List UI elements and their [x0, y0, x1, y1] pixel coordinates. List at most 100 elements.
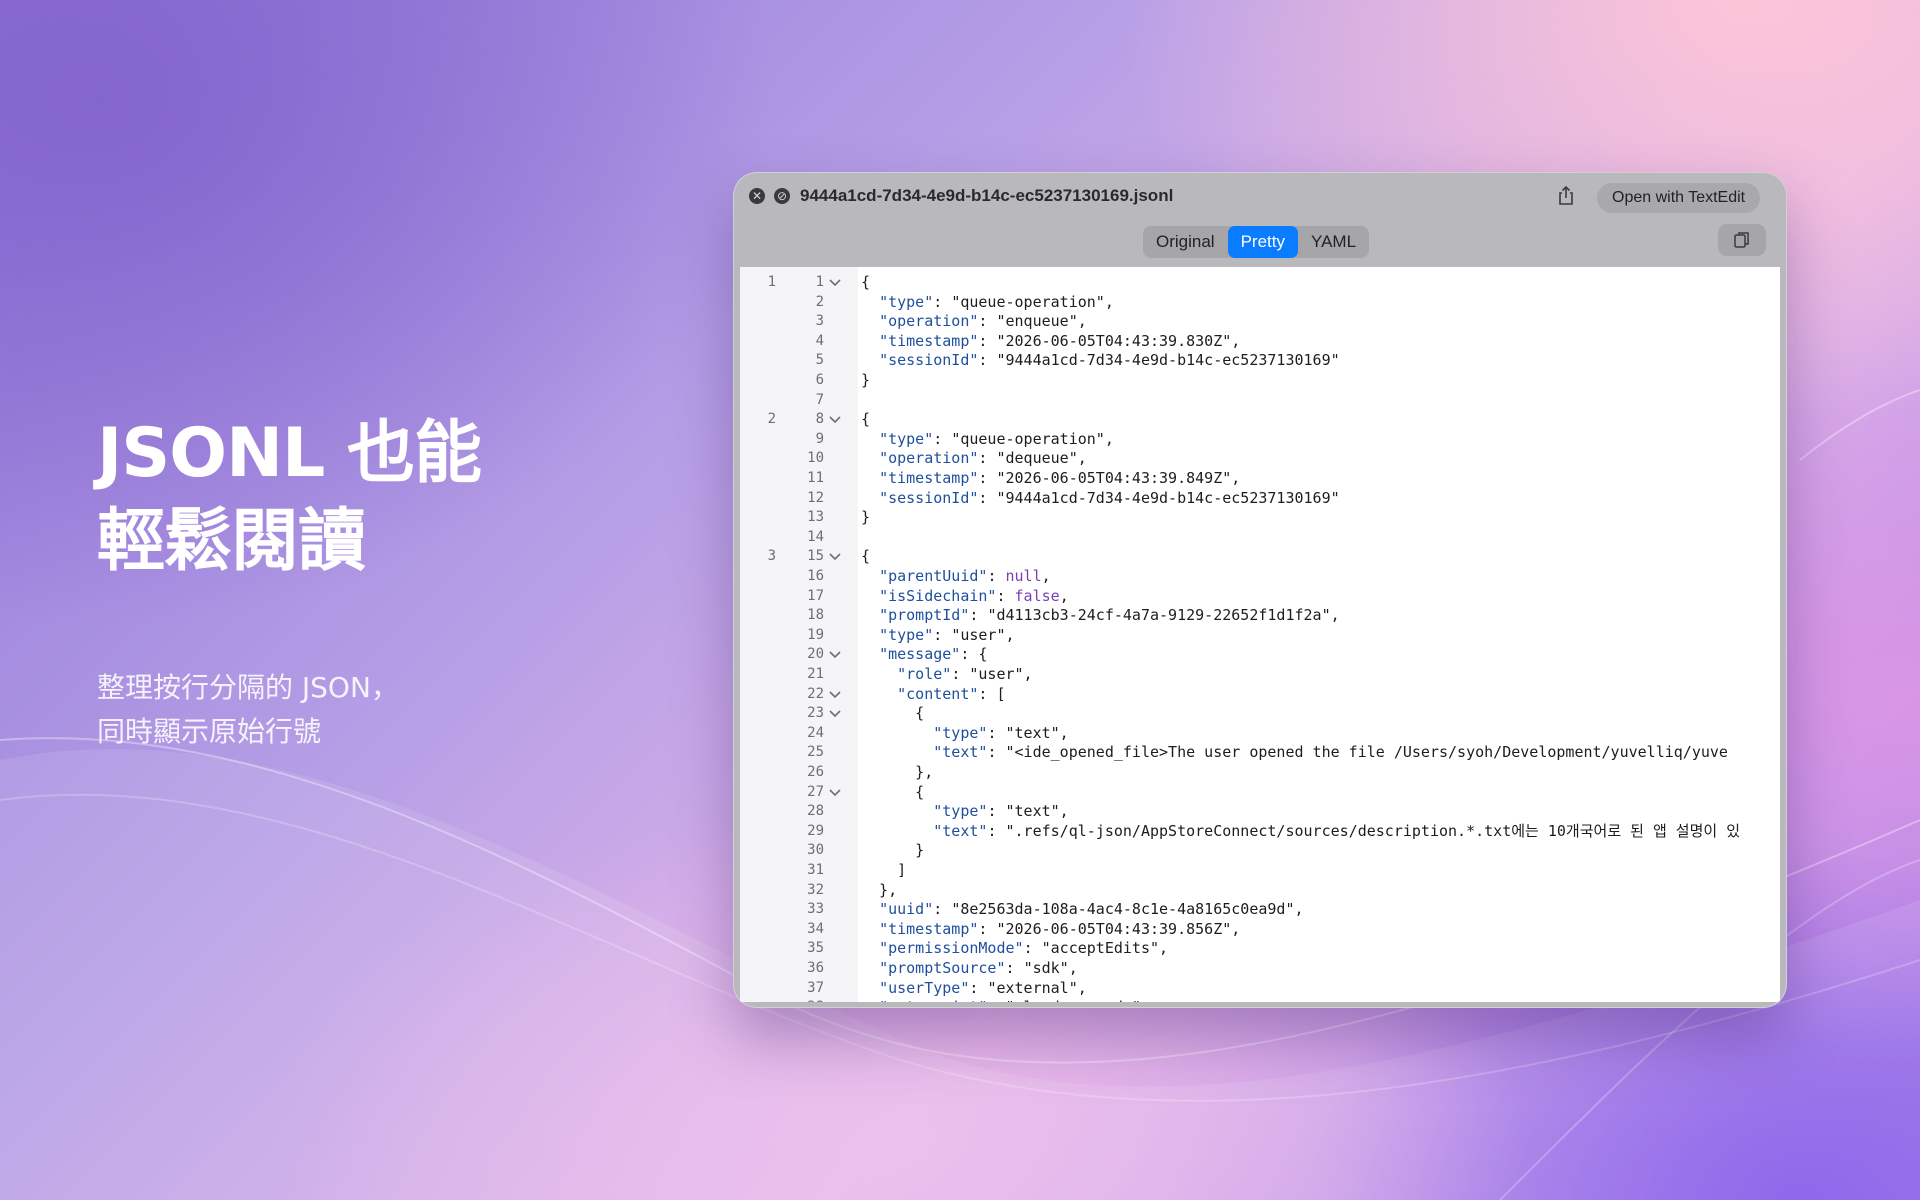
- hero-subtitle-line-1: 整理按行分隔的 JSON，: [97, 671, 399, 704]
- code-editor[interactable]: 1 1{2 "type": "queue-operation", 3 "operat…: [740, 267, 1780, 1002]
- original-line-number: 1: [767, 274, 776, 290]
- code-line: 38 "entrypoint": "claude-vscode",: [740, 998, 1780, 1002]
- code-line: 3 "operation": "enqueue",: [740, 312, 1780, 332]
- share-button[interactable]: [1554, 184, 1578, 208]
- original-line-number: 2: [767, 411, 776, 428]
- window-title: 9444a1cd-7d34-4e9d-b14c-ec5237130169.jso…: [800, 186, 1174, 205]
- code-line: 26 },: [740, 763, 1780, 783]
- line-number: 16: [807, 568, 824, 584]
- line-number: 25: [807, 744, 824, 761]
- code-text: "message": {: [879, 645, 988, 664]
- code-text: "isSidechain": false,: [879, 586, 1069, 605]
- line-number: 26: [807, 764, 824, 780]
- code-line: 25 "text": "<ide_opened_file>The user op…: [740, 743, 1780, 763]
- code-line: 37 "userType": "external",: [740, 979, 1780, 999]
- code-text: "role": "user",: [897, 665, 1033, 683]
- copy-button[interactable]: [1718, 224, 1766, 256]
- code-line: 9 "type": "queue-operation",: [740, 430, 1780, 450]
- code-text: "entrypoint": "claude-vscode",: [861, 998, 1150, 1002]
- copy-icon: [1734, 232, 1749, 248]
- code-text: "text": "<ide_opened_file>The user opene…: [933, 743, 1728, 762]
- code-text: ]: [861, 861, 907, 879]
- line-number: 30: [807, 842, 824, 859]
- code-text: }: [861, 508, 871, 527]
- chevron-down-icon[interactable]: [828, 689, 842, 701]
- code-text: },: [861, 763, 934, 781]
- code-text: {: [861, 547, 871, 566]
- line-number: 2: [815, 293, 824, 310]
- code-line: 22 "content": [: [740, 685, 1780, 705]
- code-text: "type": "text",: [933, 802, 1069, 821]
- line-number: 5: [815, 352, 824, 369]
- code-line: 17 "isSidechain": false,: [740, 587, 1780, 607]
- code-line: 30 }: [740, 841, 1780, 861]
- code-text: "type": "queue-operation",: [879, 429, 1114, 448]
- hero-title: JSONL 也能 輕鬆閱讀: [97, 410, 482, 586]
- chevron-down-icon[interactable]: [828, 649, 842, 661]
- code-text: "parentUuid": null,: [879, 567, 1051, 585]
- code-line: 27 {: [740, 783, 1780, 803]
- code-text: }: [861, 841, 925, 860]
- line-number: 32: [807, 881, 824, 898]
- tab-yaml[interactable]: YAML: [1298, 226, 1369, 258]
- code-line: 2 "type": "queue-operation",: [740, 293, 1780, 313]
- line-number: 21: [807, 666, 824, 682]
- code-line: 3 15 {: [740, 547, 1780, 567]
- code-line: 12 "sessionId": "9444a1cd-7d34-4e9d-b14c…: [740, 489, 1780, 509]
- line-number: 33: [807, 901, 824, 918]
- line-number: 36: [807, 960, 824, 976]
- code-line: 29 "text": ".refs/ql-json/AppStoreConnec…: [740, 822, 1780, 842]
- line-number: 35: [807, 940, 824, 957]
- line-number: 24: [807, 724, 824, 741]
- line-number: 31: [807, 862, 824, 878]
- code-text: {: [861, 410, 871, 429]
- code-line: 19 "type": "user",: [740, 626, 1780, 646]
- hero-subtitle-line-2: 同時顯示原始行號: [97, 715, 322, 748]
- slash-circle-icon[interactable]: ⊘: [774, 188, 790, 204]
- chevron-down-icon[interactable]: [828, 414, 842, 426]
- code-text: "operation": "dequeue",: [879, 449, 1087, 468]
- close-icon[interactable]: ✕: [749, 188, 765, 204]
- code-line: 35 "permissionMode": "acceptEdits",: [740, 939, 1780, 959]
- view-mode-segmented-control: Original Pretty YAML: [1143, 226, 1370, 258]
- chevron-down-icon[interactable]: [828, 708, 842, 720]
- code-text: "promptSource": "sdk",: [879, 959, 1078, 977]
- line-number: 3: [815, 313, 824, 330]
- tab-original[interactable]: Original: [1143, 226, 1228, 258]
- line-number: 29: [807, 822, 824, 839]
- line-number: 4: [815, 332, 824, 349]
- code-text: {: [861, 782, 925, 801]
- code-text: {: [861, 704, 925, 723]
- code-line: 33 "uuid": "8e2563da-108a-4ac4-8c1e-4a81…: [740, 900, 1780, 920]
- line-number: 27: [807, 783, 824, 800]
- code-text: "operation": "enqueue",: [879, 312, 1087, 331]
- line-number: 17: [807, 587, 824, 604]
- original-line-number: 3: [767, 548, 776, 565]
- line-number: 14: [807, 528, 824, 545]
- code-line: 4 "timestamp": "2026-06-05T04:43:39.830Z…: [740, 332, 1780, 352]
- line-number: 20: [807, 646, 824, 663]
- code-line: 32 },: [740, 881, 1780, 901]
- code-text: "text": ".refs/ql-json/AppStoreConnect/s…: [933, 821, 1741, 840]
- code-text: }: [861, 371, 871, 389]
- quicklook-window: ✕ ⊘ 9444a1cd-7d34-4e9d-b14c-ec5237130169…: [733, 172, 1787, 1008]
- code-text: "type": "text",: [933, 723, 1069, 742]
- chevron-down-icon[interactable]: [828, 551, 842, 563]
- code-text: "sessionId": "9444a1cd-7d34-4e9d-b14c-ec…: [879, 351, 1340, 370]
- line-number: 9: [815, 430, 824, 447]
- code-text: "userType": "external",: [879, 978, 1087, 997]
- hero-title-line-1: JSONL 也能: [97, 414, 482, 493]
- code-text: {: [861, 273, 871, 291]
- chevron-down-icon[interactable]: [828, 787, 842, 799]
- tab-pretty[interactable]: Pretty: [1227, 226, 1298, 258]
- code-text: "uuid": "8e2563da-108a-4ac4-8c1e-4a8165c…: [879, 900, 1304, 919]
- line-number: 13: [807, 509, 824, 526]
- line-number: 11: [807, 470, 824, 486]
- code-text: "timestamp": "2026-06-05T04:43:39.849Z",: [879, 469, 1241, 487]
- chevron-down-icon[interactable]: [828, 277, 842, 289]
- code-text: },: [861, 880, 898, 899]
- hero-section: JSONL 也能 輕鬆閱讀 整理按行分隔的 JSON， 同時顯示原始行號: [97, 410, 482, 754]
- title-bar: ✕ ⊘ 9444a1cd-7d34-4e9d-b14c-ec5237130169…: [733, 172, 1787, 220]
- line-number: 7: [815, 391, 824, 408]
- open-with-textedit-button[interactable]: Open with TextEdit: [1597, 183, 1761, 213]
